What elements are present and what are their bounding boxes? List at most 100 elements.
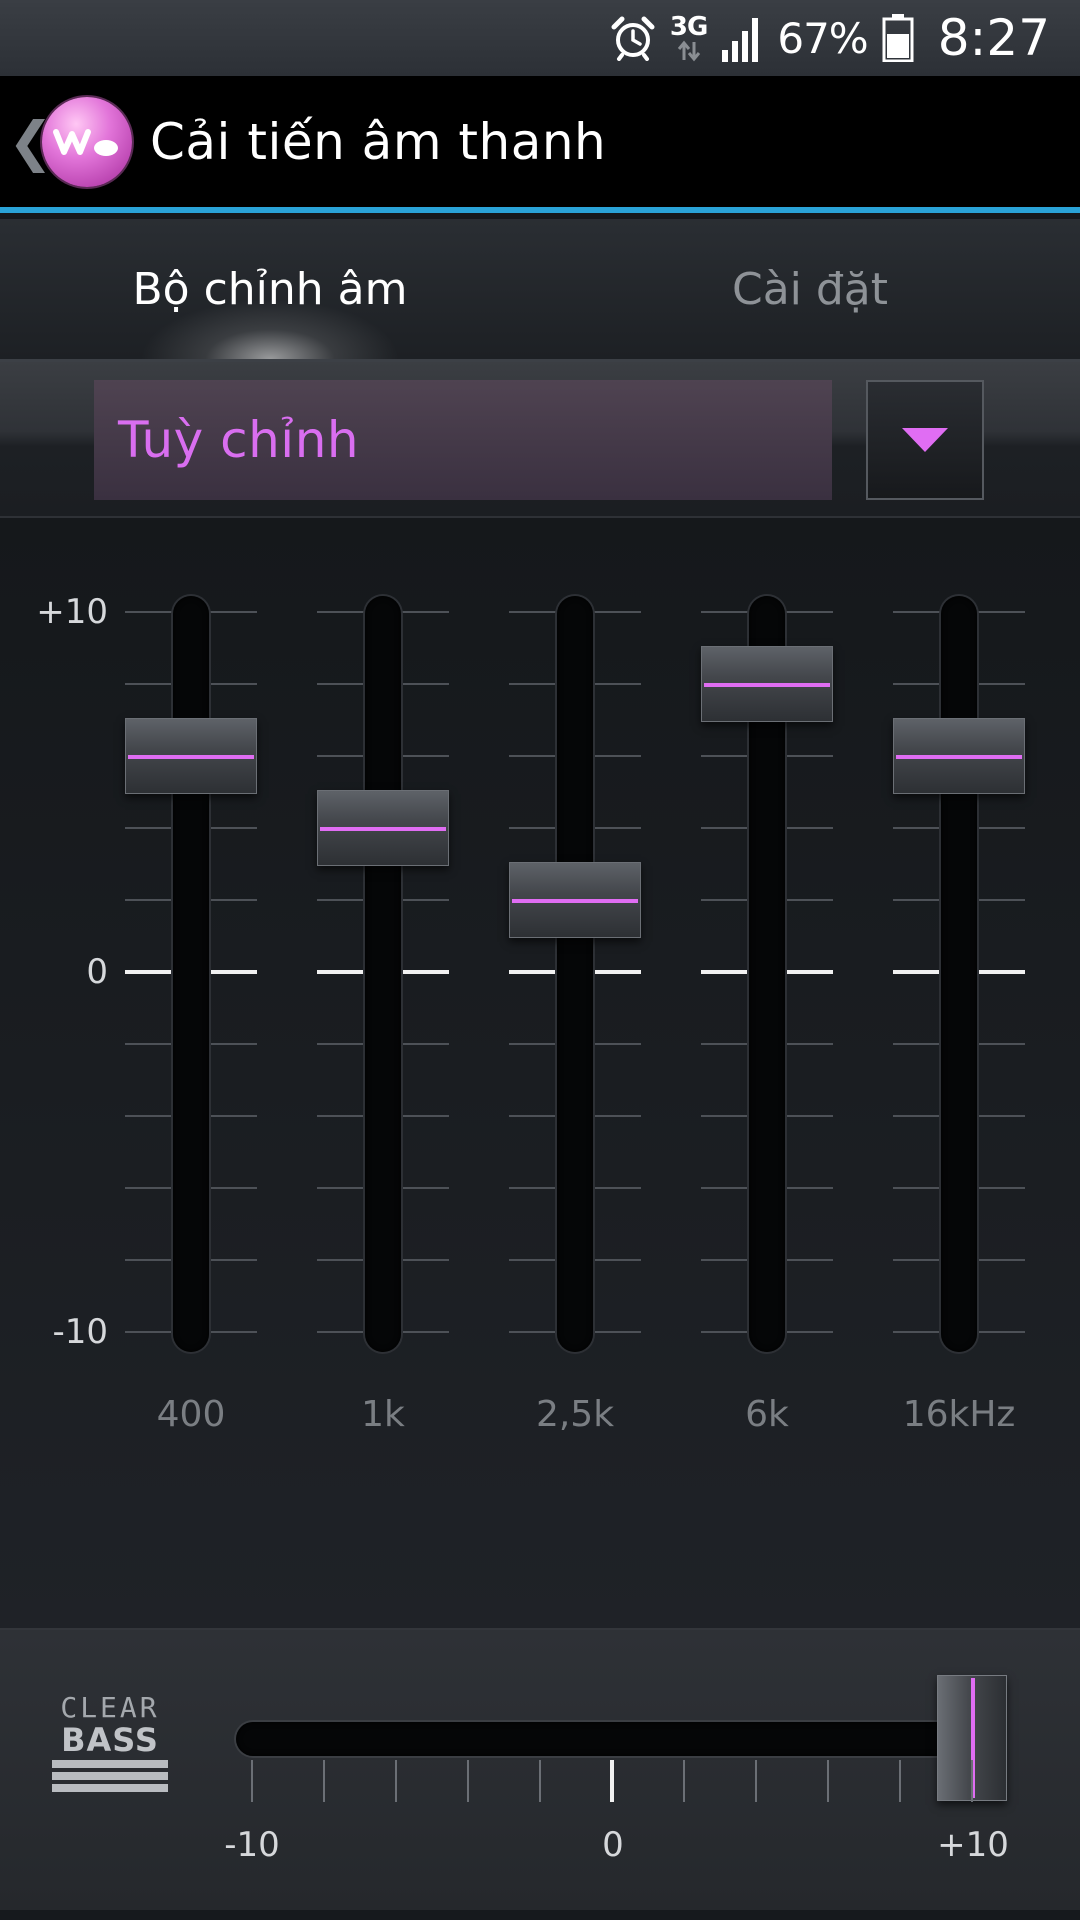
eq-scale-tick <box>975 827 1025 829</box>
eq-zero-tick <box>893 970 943 974</box>
clear-bass-max-label: +10 <box>937 1825 1009 1865</box>
eq-scale-tick <box>783 611 833 613</box>
eq-scale-tick <box>783 1115 833 1117</box>
eq-slider-track[interactable] <box>941 596 977 1352</box>
tab-equalizer[interactable]: Bộ chỉnh âm <box>0 219 540 359</box>
eq-scale-tick <box>317 755 367 757</box>
eq-scale-tick <box>509 1043 559 1045</box>
eq-zero-tick <box>125 970 175 974</box>
eq-scale-tick <box>591 1043 641 1045</box>
clear-bass-slider-track[interactable] <box>236 1722 988 1756</box>
eq-scale-tick <box>125 827 175 829</box>
preset-selector: Tuỳ chỉnh <box>0 362 1080 518</box>
eq-scale-tick <box>591 827 641 829</box>
eq-scale-tick <box>509 827 559 829</box>
scale-max-label: +10 <box>36 592 108 632</box>
clear-bass-zero-tick <box>610 1760 614 1802</box>
eq-scale-tick <box>125 683 175 685</box>
eq-scale-tick <box>399 1259 449 1261</box>
eq-scale-tick <box>509 1187 559 1189</box>
clear-bass-logo-bottom: BASS <box>61 1721 159 1759</box>
eq-zero-tick <box>701 970 751 974</box>
eq-scale-tick <box>975 1187 1025 1189</box>
clear-bass-panel: CLEAR BASS -10 0 +10 <box>0 1628 1080 1910</box>
eq-scale-tick <box>893 1331 943 1333</box>
eq-scale-tick <box>701 1187 751 1189</box>
eq-scale-tick <box>125 611 175 613</box>
eq-band-label: 2,5k <box>535 1394 615 1435</box>
eq-band-16khz: 16kHz <box>893 518 1025 1628</box>
eq-scale-tick <box>207 1115 257 1117</box>
preset-field[interactable]: Tuỳ chỉnh <box>94 380 832 500</box>
eq-scale-tick <box>399 755 449 757</box>
equalizer-panel: +10 0 -10 400 1k 2,5k 6k 16kHz <box>0 518 1080 1628</box>
eq-scale-tick <box>207 827 257 829</box>
eq-scale-tick <box>701 1115 751 1117</box>
walkman-logo-icon[interactable] <box>42 96 132 187</box>
eq-scale-tick <box>317 1115 367 1117</box>
eq-slider-knob[interactable] <box>125 718 257 794</box>
eq-scale-tick <box>975 611 1025 613</box>
eq-scale-tick <box>701 755 751 757</box>
eq-scale-tick <box>893 827 943 829</box>
logo-stripe <box>52 1760 168 1768</box>
eq-scale-tick <box>783 755 833 757</box>
knob-indicator-line <box>704 683 830 687</box>
eq-slider-track[interactable] <box>557 596 593 1352</box>
eq-scale-tick <box>399 1331 449 1333</box>
eq-scale-tick <box>975 1259 1025 1261</box>
eq-scale-tick <box>509 1331 559 1333</box>
eq-scale-tick <box>893 1043 943 1045</box>
eq-scale-tick <box>591 1331 641 1333</box>
eq-scale-tick <box>591 1187 641 1189</box>
eq-scale-tick <box>317 1187 367 1189</box>
triangle-down-icon <box>902 428 948 452</box>
clear-bass-scale-tick <box>539 1760 541 1802</box>
eq-band-400: 400 <box>125 518 257 1628</box>
logo-stripe <box>52 1772 168 1780</box>
eq-scale-tick <box>701 611 751 613</box>
eq-scale-tick <box>317 683 367 685</box>
eq-scale-tick <box>509 683 559 685</box>
clear-bass-scale-tick <box>899 1760 901 1802</box>
tab-equalizer-label: Bộ chỉnh âm <box>132 263 408 315</box>
eq-slider-knob[interactable] <box>317 790 449 866</box>
eq-scale-tick <box>783 1043 833 1045</box>
eq-scale-tick <box>591 1259 641 1261</box>
clear-bass-scale-tick <box>251 1760 253 1802</box>
eq-scale-tick <box>125 1115 175 1117</box>
eq-scale-tick <box>893 899 943 901</box>
clear-bass-scale-tick <box>971 1760 973 1802</box>
eq-scale-tick <box>591 611 641 613</box>
eq-slider-knob[interactable] <box>509 862 641 938</box>
eq-scale-tick <box>893 683 943 685</box>
eq-scale-tick <box>701 899 751 901</box>
back-chevron-icon[interactable]: ❮ <box>8 110 53 173</box>
eq-scale-tick <box>509 1259 559 1261</box>
eq-slider-knob[interactable] <box>893 718 1025 794</box>
preset-dropdown-button[interactable] <box>866 380 984 500</box>
eq-scale-tick <box>975 1115 1025 1117</box>
eq-scale-tick <box>893 1259 943 1261</box>
eq-slider-knob[interactable] <box>701 646 833 722</box>
knob-indicator-line <box>320 827 446 831</box>
clear-bass-zero-label: 0 <box>602 1825 624 1865</box>
screen-title: Cải tiến âm thanh <box>150 112 607 171</box>
eq-scale-tick <box>701 1043 751 1045</box>
eq-scale-tick <box>893 1187 943 1189</box>
eq-band-label: 400 <box>156 1394 226 1435</box>
eq-slider-track[interactable] <box>173 596 209 1352</box>
eq-scale-tick <box>783 1331 833 1333</box>
eq-scale-tick <box>783 827 833 829</box>
eq-slider-track[interactable] <box>365 596 401 1352</box>
network-type-label: 3G <box>669 12 708 42</box>
clear-bass-scale-tick <box>467 1760 469 1802</box>
tab-settings[interactable]: Cài đặt <box>540 219 1080 359</box>
eq-scale-tick <box>509 611 559 613</box>
clear-bass-scale-tick <box>755 1760 757 1802</box>
eq-scale-tick <box>399 1043 449 1045</box>
knob-indicator-line <box>896 755 1022 759</box>
status-bar: 3G 67% 8:27 <box>0 0 1080 76</box>
eq-zero-tick <box>509 970 559 974</box>
eq-scale-tick <box>207 1043 257 1045</box>
